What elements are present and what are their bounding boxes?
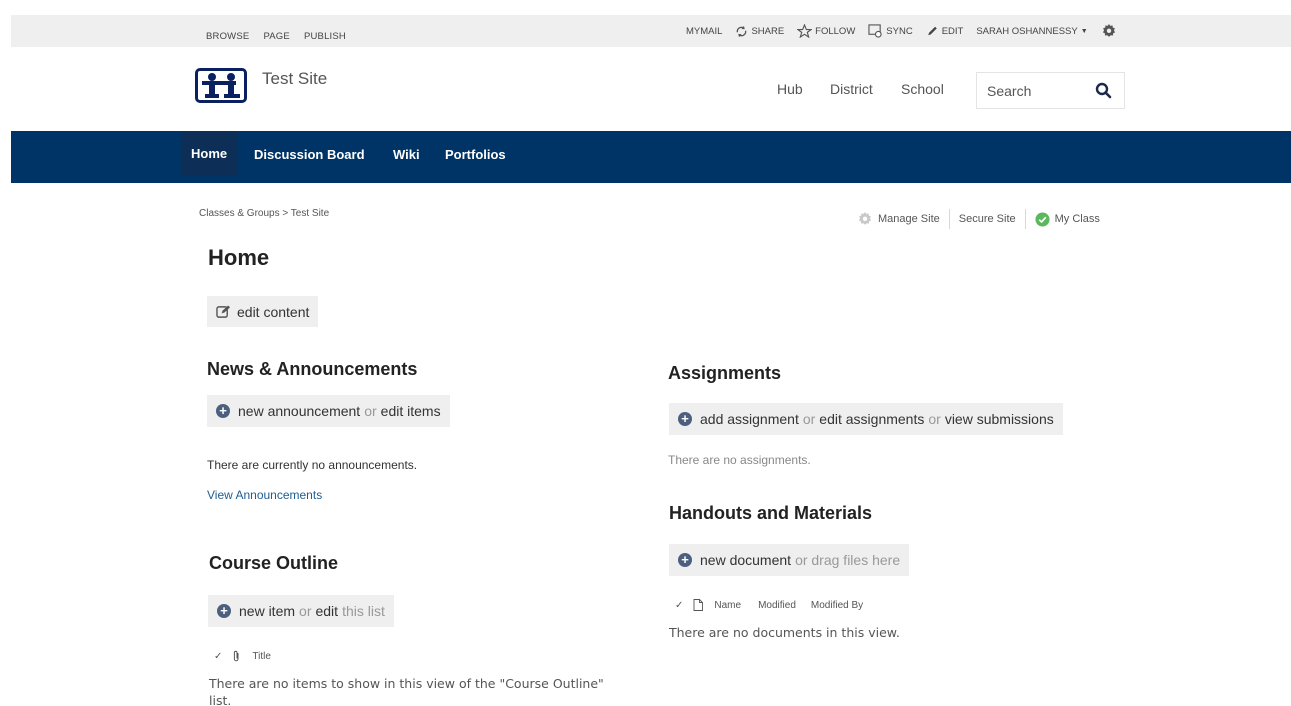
or-text: or [364, 403, 377, 419]
share-icon [737, 25, 747, 37]
news-title: News & Announcements [207, 359, 418, 379]
share-label: SHARE [751, 25, 785, 37]
sync-button[interactable]: SYNC [868, 24, 913, 38]
or-text: or [299, 603, 312, 619]
search-box [976, 72, 1125, 109]
handouts-actions: + new document or drag files here [669, 544, 910, 576]
top-nav-hub-label: Hub [777, 81, 803, 97]
plus-icon: + [678, 553, 692, 567]
assignments-empty-message: There are no assignments. [668, 453, 811, 467]
suite-actions: MYMAIL SHARE FOLLOW SYNC EDIT SARAH OSHA… [686, 24, 1116, 38]
column-modified-by[interactable]: Modified By [811, 600, 863, 611]
search-icon[interactable] [1095, 82, 1112, 99]
edit-icon [216, 304, 231, 318]
gear-icon[interactable] [1102, 24, 1116, 38]
chevron-down-icon: ▼ [1080, 27, 1088, 35]
global-nav: Home Discussion Board Wiki Portfolios [11, 131, 1291, 183]
follow-label: FOLLOW [815, 25, 856, 37]
nav-home[interactable]: Home [181, 131, 238, 176]
edit-assignments-link[interactable]: edit assignments [819, 411, 924, 427]
or-text: or [928, 411, 941, 427]
suite-bar: BROWSE PAGE PUBLISH MYMAIL SHARE FOLLOW … [11, 15, 1291, 47]
follow-button[interactable]: FOLLOW [797, 24, 855, 38]
top-nav-school[interactable]: School [901, 81, 944, 97]
news-empty-message: There are currently no announcements. [207, 458, 418, 472]
pencil-icon [927, 26, 937, 36]
this-list-text: this list [342, 603, 385, 619]
tab-browse[interactable]: BROWSE [206, 31, 249, 42]
check-circle-icon [1035, 211, 1050, 227]
handouts-empty-message: There are no documents in this view. [669, 625, 900, 640]
course-outline-title: Course Outline [209, 553, 339, 573]
column-name[interactable]: Name [714, 600, 741, 611]
column-modified[interactable]: Modified [758, 600, 796, 611]
edit-content-label: edit content [237, 303, 310, 320]
new-item-link[interactable]: new item [239, 603, 295, 619]
nav-discussion-board[interactable]: Discussion Board [254, 131, 365, 177]
handouts-columns: ✓ Name Modified Modified By [675, 599, 863, 611]
assignments-actions: + add assignment or edit assignments or … [669, 403, 1063, 435]
logo-icon [202, 73, 240, 98]
mymail-link[interactable]: MYMAIL [686, 26, 722, 37]
or-text: or [802, 411, 816, 427]
gear-icon [858, 212, 872, 225]
edit-list-link[interactable]: edit [315, 603, 338, 619]
new-announcement-link[interactable]: new announcement [238, 403, 360, 419]
nav-wiki[interactable]: Wiki [393, 131, 420, 177]
my-class-link[interactable]: My Class [1055, 213, 1100, 225]
handouts-title: Handouts and Materials [669, 503, 873, 523]
share-button[interactable]: SHARE [735, 25, 784, 38]
course-outline-empty-message: There are no items to show in this view … [209, 676, 604, 706]
divider [1024, 209, 1026, 229]
edit-button[interactable]: EDIT [926, 25, 964, 37]
plus-icon: + [217, 604, 231, 618]
add-assignment-link[interactable]: add assignment [700, 411, 799, 427]
top-nav-hub[interactable]: Hub [777, 81, 803, 97]
top-nav-district[interactable]: District [830, 81, 873, 97]
star-icon [797, 24, 813, 38]
site-logo[interactable] [195, 68, 247, 103]
select-all-checkbox[interactable]: ✓ [675, 600, 683, 611]
course-outline-actions: + new item or edit this list [208, 595, 394, 627]
news-actions: + new announcement or edit items [207, 395, 450, 427]
view-announcements-link[interactable]: View Announcements [207, 488, 322, 502]
nav-portfolios[interactable]: Portfolios [445, 131, 506, 177]
search-input[interactable] [987, 81, 1087, 101]
page-title: Home [208, 245, 270, 270]
top-nav-school-label: School [901, 81, 944, 97]
tab-publish[interactable]: PUBLISH [304, 31, 346, 42]
site-title[interactable]: Test Site [262, 69, 327, 89]
edit-label: EDIT [941, 25, 964, 37]
user-name: SARAH OSHANNESSY [976, 25, 1078, 37]
drag-files-text: or drag files here [795, 552, 901, 568]
sync-icon [868, 24, 882, 38]
view-submissions-link[interactable]: view submissions [945, 411, 1054, 427]
plus-icon: + [678, 412, 692, 426]
ribbon-tabs: BROWSE PAGE PUBLISH [206, 31, 346, 42]
edit-content-button[interactable]: edit content [207, 296, 319, 327]
new-document-link[interactable]: new document [700, 552, 791, 568]
manage-site-link[interactable]: Manage Site [878, 213, 940, 225]
tab-page[interactable]: PAGE [263, 31, 290, 42]
assignments-title: Assignments [668, 363, 782, 383]
secure-site-link[interactable]: Secure Site [959, 213, 1016, 225]
edit-items-link[interactable]: edit items [381, 403, 441, 419]
site-actions: Manage Site Secure Site My Class [858, 209, 1100, 229]
document-icon[interactable] [693, 599, 704, 611]
plus-icon: + [216, 404, 230, 418]
sync-label: SYNC [886, 25, 913, 37]
course-outline-columns: ✓ Title [214, 650, 271, 662]
top-nav-district-label: District [830, 81, 873, 97]
breadcrumb[interactable]: Classes & Groups > Test Site [199, 208, 329, 219]
column-title[interactable]: Title [252, 651, 271, 662]
paperclip-icon[interactable] [232, 650, 241, 662]
divider [948, 209, 950, 229]
user-menu[interactable]: SARAH OSHANNESSY ▼ [976, 26, 1087, 37]
select-all-checkbox[interactable]: ✓ [214, 651, 222, 662]
